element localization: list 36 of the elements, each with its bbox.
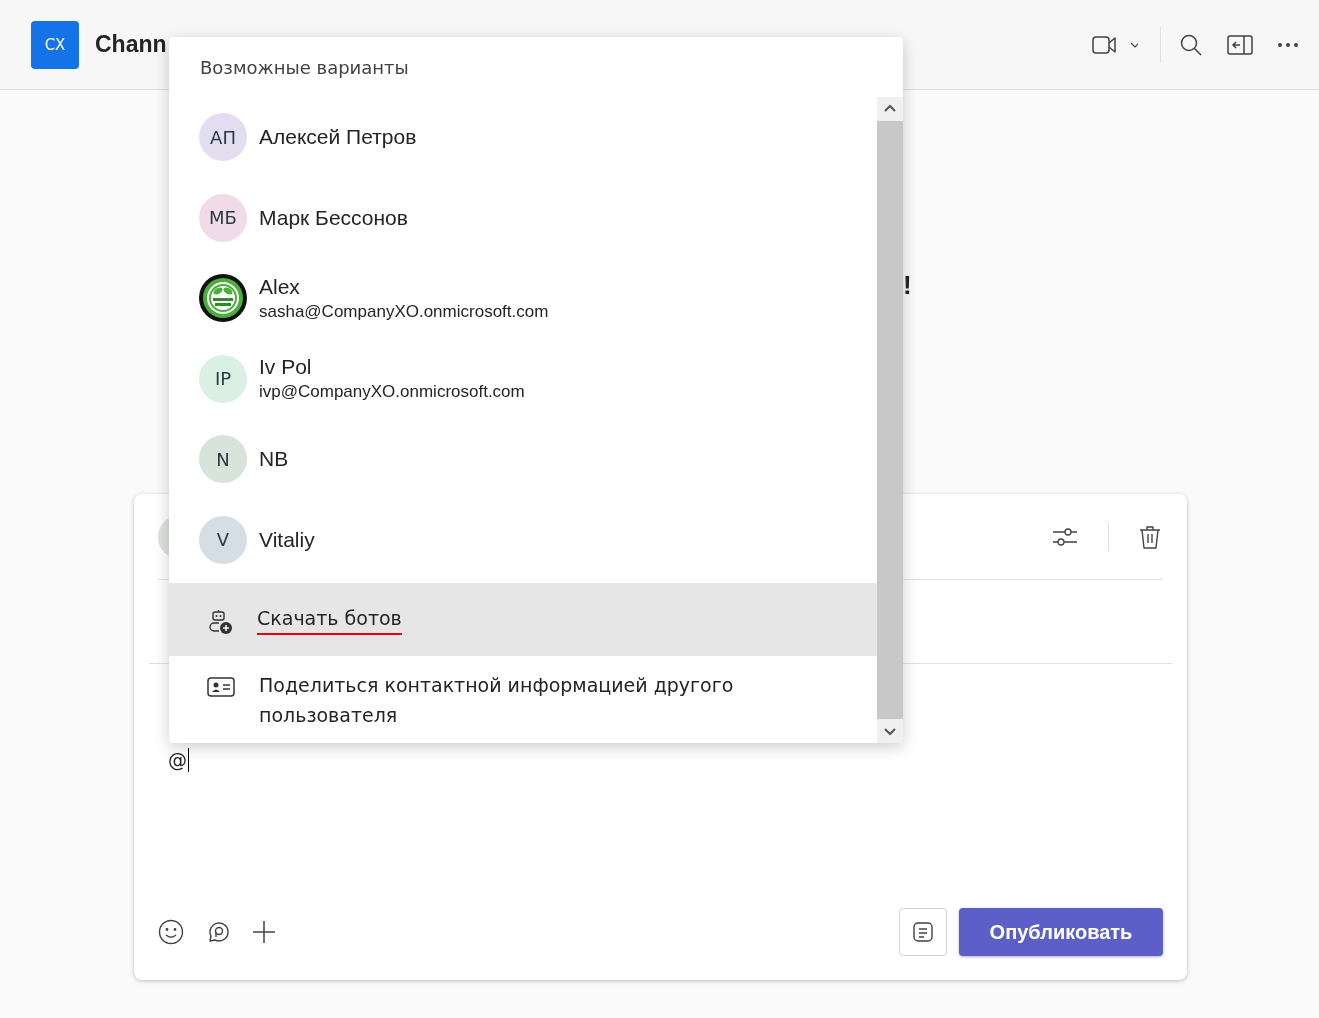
person-name: Алексей Петров xyxy=(259,125,417,150)
scroll-up-icon[interactable] xyxy=(883,103,897,113)
person-name: Alex xyxy=(259,274,301,299)
person-item[interactable]: IP Iv Pol ivp@CompanyXO.onmicrosoft.com xyxy=(169,338,877,419)
person-item[interactable]: АП Алексей Петров xyxy=(169,97,877,178)
action-item[interactable]: Скачать ботов xyxy=(169,583,877,656)
person-item[interactable]: N NB xyxy=(169,419,877,500)
avatar: АП xyxy=(199,113,247,162)
channel-title: Chann xyxy=(95,31,167,58)
person-name: NB xyxy=(259,447,289,472)
person-item[interactable]: Alex sasha@CompanyXO.onmicrosoft.com xyxy=(169,258,877,339)
avatar: МБ xyxy=(199,193,247,242)
action-label: Скачать ботов xyxy=(257,603,402,635)
publish-button[interactable]: Опубликовать xyxy=(959,908,1163,956)
person-email: sasha@CompanyXO.onmicrosoft.com xyxy=(259,301,549,322)
avatar: N xyxy=(199,435,247,484)
person-name: Iv Pol xyxy=(259,355,313,380)
post-text: ! xyxy=(903,270,912,301)
contact-card-icon xyxy=(207,676,235,698)
scrollbar[interactable] xyxy=(877,97,903,743)
avatar: V xyxy=(199,515,247,564)
action-item[interactable]: Поделиться контактной информацией другого пользователя xyxy=(169,656,877,736)
action-label: Поделиться контактной информацией другого пользователя xyxy=(259,673,735,728)
person-item[interactable]: МБ Марк Бессонов xyxy=(169,177,877,258)
avatar: IP xyxy=(199,354,247,403)
message-field[interactable]: @ xyxy=(168,748,189,772)
format-button[interactable] xyxy=(899,908,947,956)
person-item[interactable]: V Vitaliy xyxy=(169,499,877,580)
bot-add-icon xyxy=(207,609,233,635)
person-email: ivp@CompanyXO.onmicrosoft.com xyxy=(259,382,525,403)
popup-title: Возможные варианты xyxy=(199,56,410,80)
person-name: Марк Бессонов xyxy=(259,205,408,230)
team-avatar: CX xyxy=(31,20,79,69)
scroll-down-icon[interactable] xyxy=(883,727,897,737)
note-icon xyxy=(912,921,934,943)
person-name: Vitaliy xyxy=(259,527,315,552)
